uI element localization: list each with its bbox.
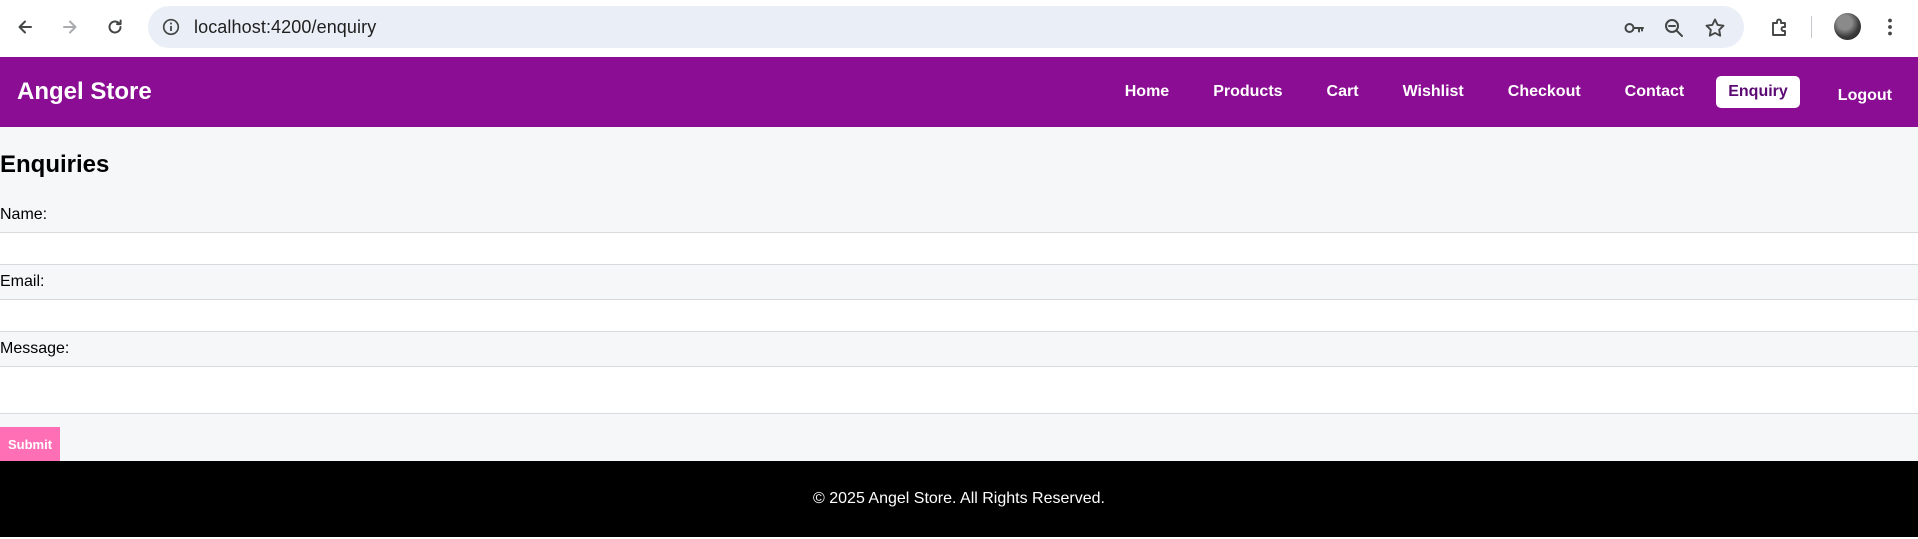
name-label: Name: (0, 206, 48, 223)
nav-link-wishlist[interactable]: Wishlist (1391, 76, 1476, 108)
nav-link-cart[interactable]: Cart (1315, 76, 1371, 108)
message-label: Message: (0, 340, 70, 357)
name-input[interactable] (0, 232, 1918, 265)
reload-icon (105, 17, 125, 37)
nav-link-logout[interactable]: Logout (1826, 80, 1904, 112)
nav-link-checkout[interactable]: Checkout (1496, 76, 1593, 108)
arrow-right-icon (60, 17, 80, 37)
copyright-text: © 2025 Angel Store. All Rights Reserved. (813, 490, 1105, 507)
submit-button[interactable]: Submit (0, 427, 60, 462)
nav-link-products[interactable]: Products (1201, 76, 1294, 108)
brand-logo[interactable]: Angel Store (17, 57, 152, 127)
site-footer: © 2025 Angel Store. All Rights Reserved. (0, 461, 1918, 537)
nav-links: Home Products Cart Wishlist Checkout Con… (1093, 57, 1904, 127)
address-bar[interactable]: localhost:4200/enquiry (148, 6, 1744, 48)
email-label: Email: (0, 273, 45, 290)
arrow-left-icon (15, 17, 35, 37)
puzzle-icon (1769, 16, 1791, 38)
browser-toolbar: localhost:4200/enquiry (0, 0, 1918, 57)
site-navbar: Angel Store Home Products Cart Wishlist … (0, 57, 1918, 127)
star-icon[interactable] (1703, 16, 1727, 40)
toolbar-divider (1811, 16, 1812, 38)
message-textarea[interactable] (0, 366, 1918, 414)
nav-link-home[interactable]: Home (1113, 76, 1181, 108)
key-icon[interactable] (1622, 16, 1646, 40)
info-icon[interactable] (160, 16, 182, 38)
url-text[interactable]: localhost:4200/enquiry (194, 6, 376, 48)
page-title: Enquiries (0, 151, 110, 178)
browser-menu-button[interactable] (1874, 11, 1906, 43)
email-input[interactable] (0, 299, 1918, 332)
reload-button[interactable] (99, 11, 131, 43)
extensions-button[interactable] (1764, 11, 1796, 43)
kebab-menu-icon (1887, 17, 1893, 37)
nav-link-enquiry[interactable]: Enquiry (1716, 76, 1800, 108)
nav-link-contact[interactable]: Contact (1613, 76, 1697, 108)
forward-button[interactable] (54, 11, 86, 43)
back-button[interactable] (9, 11, 41, 43)
profile-avatar[interactable] (1834, 13, 1861, 40)
enquiry-section: Enquiries Name: Email: Message: Submit (0, 127, 1918, 462)
zoom-out-icon[interactable] (1662, 16, 1686, 40)
